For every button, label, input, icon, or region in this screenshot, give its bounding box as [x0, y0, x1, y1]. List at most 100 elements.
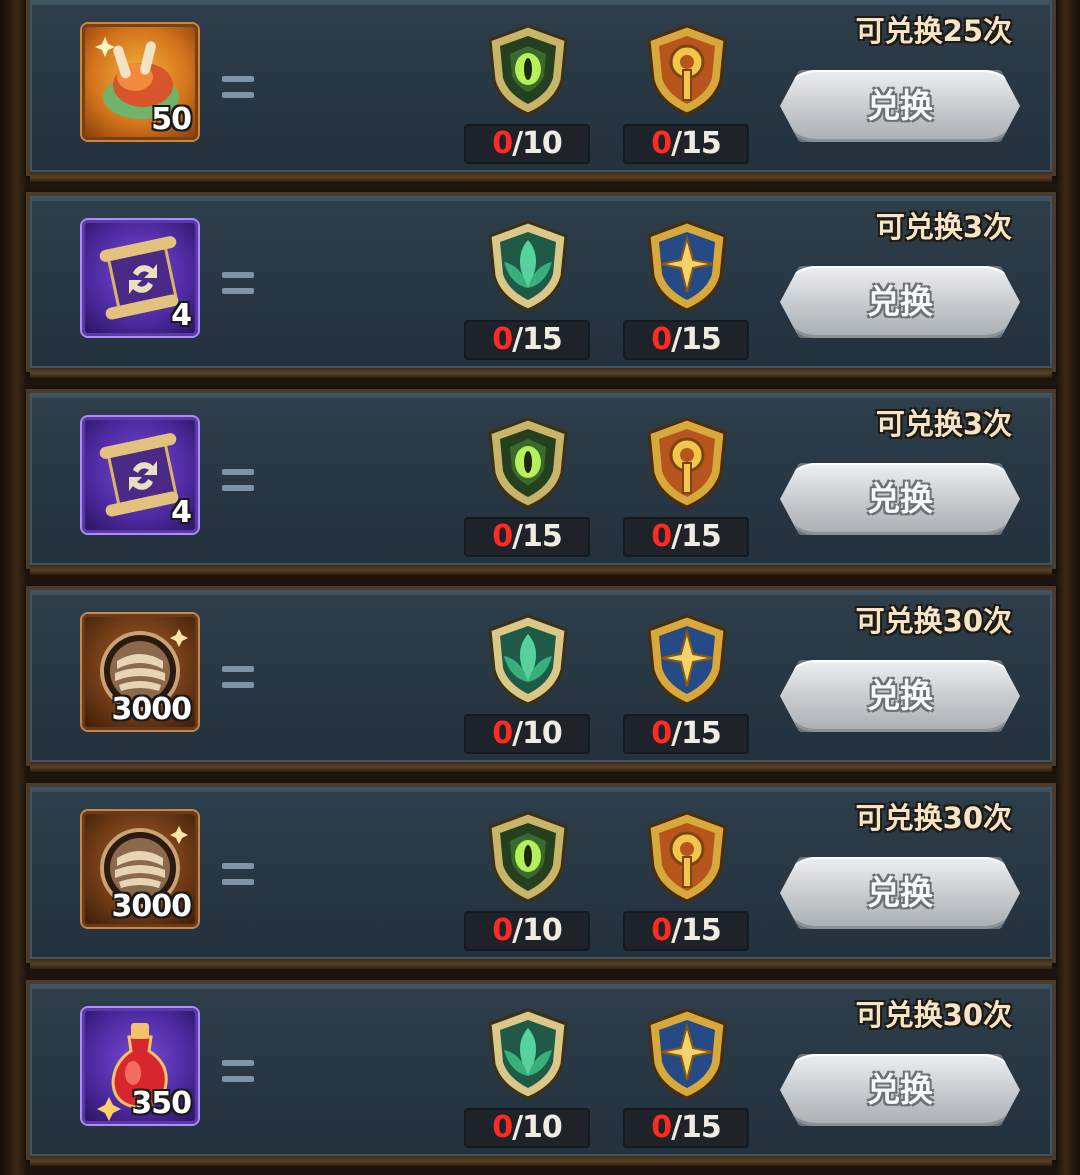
- gold-sword-emblem-icon: [647, 24, 727, 116]
- material-count: 0/10: [464, 124, 590, 164]
- gold-sword-emblem-icon: [647, 417, 727, 509]
- cost-material-1[interactable]: 0/10: [464, 22, 590, 168]
- exchange-button-label: 兑换: [867, 1070, 933, 1109]
- required-count: /15: [512, 519, 563, 554]
- reward-quantity: 4: [171, 495, 192, 530]
- required-count: /15: [671, 716, 722, 751]
- reward-quantity: 3000: [111, 692, 192, 727]
- material-count: 0/15: [623, 714, 749, 754]
- required-count: /15: [671, 126, 722, 161]
- reward-quantity: 350: [131, 1086, 192, 1121]
- material-count: 0/15: [623, 517, 749, 557]
- exchange-button-label: 兑换: [867, 86, 933, 125]
- required-count: /15: [671, 519, 722, 554]
- cost-material-1[interactable]: 0/10: [464, 612, 590, 758]
- equals-icon: [222, 1060, 254, 1084]
- cost-material-1[interactable]: 0/15: [464, 415, 590, 561]
- material-count: 0/15: [623, 320, 749, 360]
- gold-sword-emblem-icon: [647, 811, 727, 903]
- exchange-limit-text: 可兑换30次: [855, 801, 1012, 835]
- equals-icon: [222, 272, 254, 296]
- material-count: 0/15: [464, 320, 590, 360]
- required-count: /15: [512, 322, 563, 357]
- exchange-row: 4 0/15 0/15 可兑换3次 兑换: [26, 389, 1056, 575]
- cost-material-2[interactable]: 0/15: [623, 415, 749, 561]
- owned-count: 0: [492, 1110, 513, 1145]
- exchange-button[interactable]: 兑换: [780, 463, 1020, 535]
- owned-count: 0: [651, 913, 672, 948]
- reward-item-icon[interactable]: 3000: [82, 811, 198, 927]
- reward-item-icon[interactable]: 4: [82, 417, 198, 533]
- material-count: 0/10: [464, 911, 590, 951]
- equals-icon: [222, 469, 254, 493]
- required-count: /10: [512, 126, 563, 161]
- exchange-button-label: 兑换: [867, 479, 933, 518]
- owned-count: 0: [492, 716, 513, 751]
- equals-icon: [222, 76, 254, 100]
- cost-material-2[interactable]: 0/15: [623, 809, 749, 955]
- cost-material-1[interactable]: 0/10: [464, 1006, 590, 1152]
- required-count: /15: [671, 913, 722, 948]
- owned-count: 0: [651, 519, 672, 554]
- exchange-row: 50 0/10 0/15 可兑换25次 兑换: [26, 0, 1056, 182]
- blue-star-emblem-icon: [647, 220, 727, 312]
- required-count: /15: [671, 1110, 722, 1145]
- exchange-button[interactable]: 兑换: [780, 70, 1020, 142]
- material-count: 0/15: [623, 124, 749, 164]
- green-leaf-emblem-icon: [488, 1008, 568, 1100]
- exchange-limit-text: 可兑换30次: [855, 998, 1012, 1032]
- exchange-limit-text: 可兑换3次: [875, 407, 1012, 441]
- cost-material-1[interactable]: 0/15: [464, 218, 590, 364]
- owned-count: 0: [492, 519, 513, 554]
- cost-material-1[interactable]: 0/10: [464, 809, 590, 955]
- cost-material-2[interactable]: 0/15: [623, 1006, 749, 1152]
- green-eye-emblem-icon: [488, 24, 568, 116]
- material-count: 0/15: [623, 1108, 749, 1148]
- green-eye-emblem-icon: [488, 811, 568, 903]
- required-count: /15: [671, 322, 722, 357]
- exchange-row: 350 0/10 0/15 可兑换30次 兑换: [26, 980, 1056, 1166]
- material-count: 0/10: [464, 1108, 590, 1148]
- owned-count: 0: [651, 126, 672, 161]
- cost-material-2[interactable]: 0/15: [623, 612, 749, 758]
- material-count: 0/15: [623, 911, 749, 951]
- exchange-limit-text: 可兑换3次: [875, 210, 1012, 244]
- exchange-row: 3000 0/10 0/15 可兑换30次 兑换: [26, 783, 1056, 969]
- owned-count: 0: [651, 322, 672, 357]
- exchange-button-label: 兑换: [867, 282, 933, 321]
- reward-item-icon[interactable]: 4: [82, 220, 198, 336]
- green-eye-emblem-icon: [488, 417, 568, 509]
- exchange-button-label: 兑换: [867, 873, 933, 912]
- reward-item-icon[interactable]: 3000: [82, 614, 198, 730]
- reward-quantity: 50: [151, 102, 192, 137]
- reward-item-icon[interactable]: 350: [82, 1008, 198, 1124]
- owned-count: 0: [492, 322, 513, 357]
- exchange-limit-text: 可兑换30次: [855, 604, 1012, 638]
- required-count: /10: [512, 1110, 563, 1145]
- exchange-button[interactable]: 兑换: [780, 660, 1020, 732]
- reward-quantity: 3000: [111, 889, 192, 924]
- owned-count: 0: [492, 126, 513, 161]
- exchange-row: 4 0/15 0/15 可兑换3次 兑换: [26, 192, 1056, 378]
- blue-star-emblem-icon: [647, 1008, 727, 1100]
- exchange-button[interactable]: 兑换: [780, 266, 1020, 338]
- green-leaf-emblem-icon: [488, 220, 568, 312]
- reward-quantity: 4: [171, 298, 192, 333]
- exchange-button[interactable]: 兑换: [780, 857, 1020, 929]
- owned-count: 0: [492, 913, 513, 948]
- reward-item-icon[interactable]: 50: [82, 24, 198, 140]
- cost-material-2[interactable]: 0/15: [623, 218, 749, 364]
- material-count: 0/15: [464, 517, 590, 557]
- equals-icon: [222, 863, 254, 887]
- owned-count: 0: [651, 1110, 672, 1145]
- equals-icon: [222, 666, 254, 690]
- cost-material-2[interactable]: 0/15: [623, 22, 749, 168]
- blue-star-emblem-icon: [647, 614, 727, 706]
- exchange-list: 50 0/10 0/15 可兑换25次 兑换 4 0/15 0/15 可兑换3次…: [0, 0, 1080, 1175]
- owned-count: 0: [651, 716, 672, 751]
- required-count: /10: [512, 716, 563, 751]
- exchange-button[interactable]: 兑换: [780, 1054, 1020, 1126]
- required-count: /10: [512, 913, 563, 948]
- green-leaf-emblem-icon: [488, 614, 568, 706]
- material-count: 0/10: [464, 714, 590, 754]
